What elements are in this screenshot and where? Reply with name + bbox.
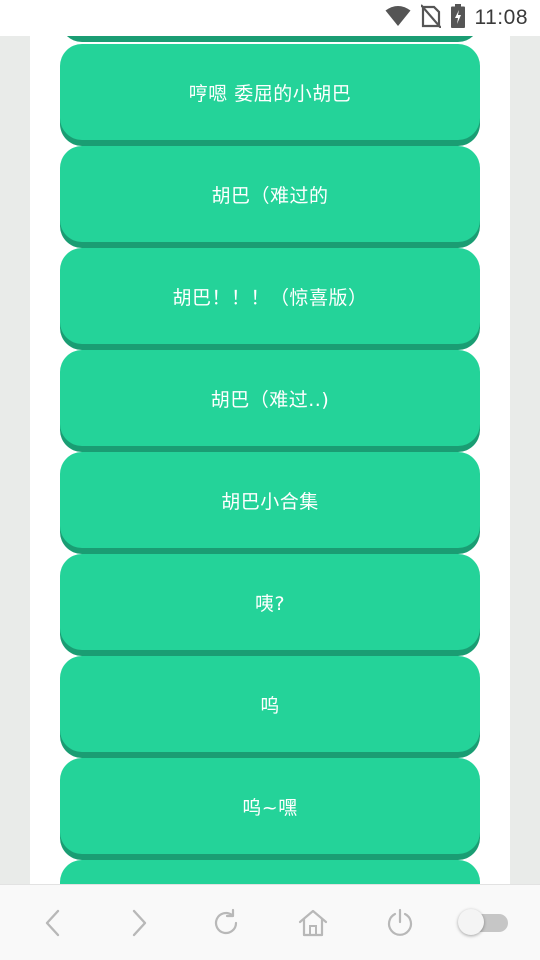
power-button[interactable] xyxy=(380,903,420,943)
toggle-knob xyxy=(458,909,484,935)
clock-time: 11:08 xyxy=(474,6,528,29)
sound-button[interactable]: 胡巴小合集 xyxy=(60,452,480,548)
wifi-icon xyxy=(385,5,411,31)
home-button[interactable] xyxy=(293,903,333,943)
refresh-icon xyxy=(214,908,238,935)
sound-button[interactable]: 胡巴（难过..) xyxy=(60,350,480,446)
status-bar: 11:08 xyxy=(0,0,540,36)
screen: 11:08 哼嗯 委屈的小胡巴 胡巴（难过的 胡巴！！！（惊喜版） 胡巴（难过.… xyxy=(0,0,540,960)
home-icon xyxy=(298,909,328,937)
button-list: 哼嗯 委屈的小胡巴 胡巴（难过的 胡巴！！！（惊喜版） 胡巴（难过..) 胡巴小… xyxy=(30,36,510,884)
back-icon xyxy=(45,909,60,937)
bottom-nav xyxy=(0,884,540,960)
content-area[interactable]: 哼嗯 委屈的小胡巴 胡巴（难过的 胡巴！！！（惊喜版） 胡巴（难过..) 胡巴小… xyxy=(0,36,540,884)
battery-charging-icon xyxy=(450,4,465,32)
sound-button[interactable]: 哼嗯 委屈的小胡巴 xyxy=(60,44,480,140)
back-button[interactable] xyxy=(33,903,73,943)
sound-button[interactable]: 胡巴（难过的 xyxy=(60,146,480,242)
power-icon xyxy=(387,908,413,936)
no-sim-icon xyxy=(419,4,442,32)
sound-button[interactable]: 胡巴！！！（惊喜版） xyxy=(60,248,480,344)
night-mode-toggle[interactable] xyxy=(458,909,508,935)
forward-button[interactable] xyxy=(119,903,159,943)
sound-button[interactable] xyxy=(60,860,480,884)
sound-button[interactable]: 呜~嘿 xyxy=(60,758,480,854)
forward-icon xyxy=(132,909,147,937)
refresh-button[interactable] xyxy=(206,903,246,943)
sound-button[interactable]: 咦? xyxy=(60,554,480,650)
status-icons: 11:08 xyxy=(385,0,529,36)
sound-button[interactable]: 呜 xyxy=(60,656,480,752)
